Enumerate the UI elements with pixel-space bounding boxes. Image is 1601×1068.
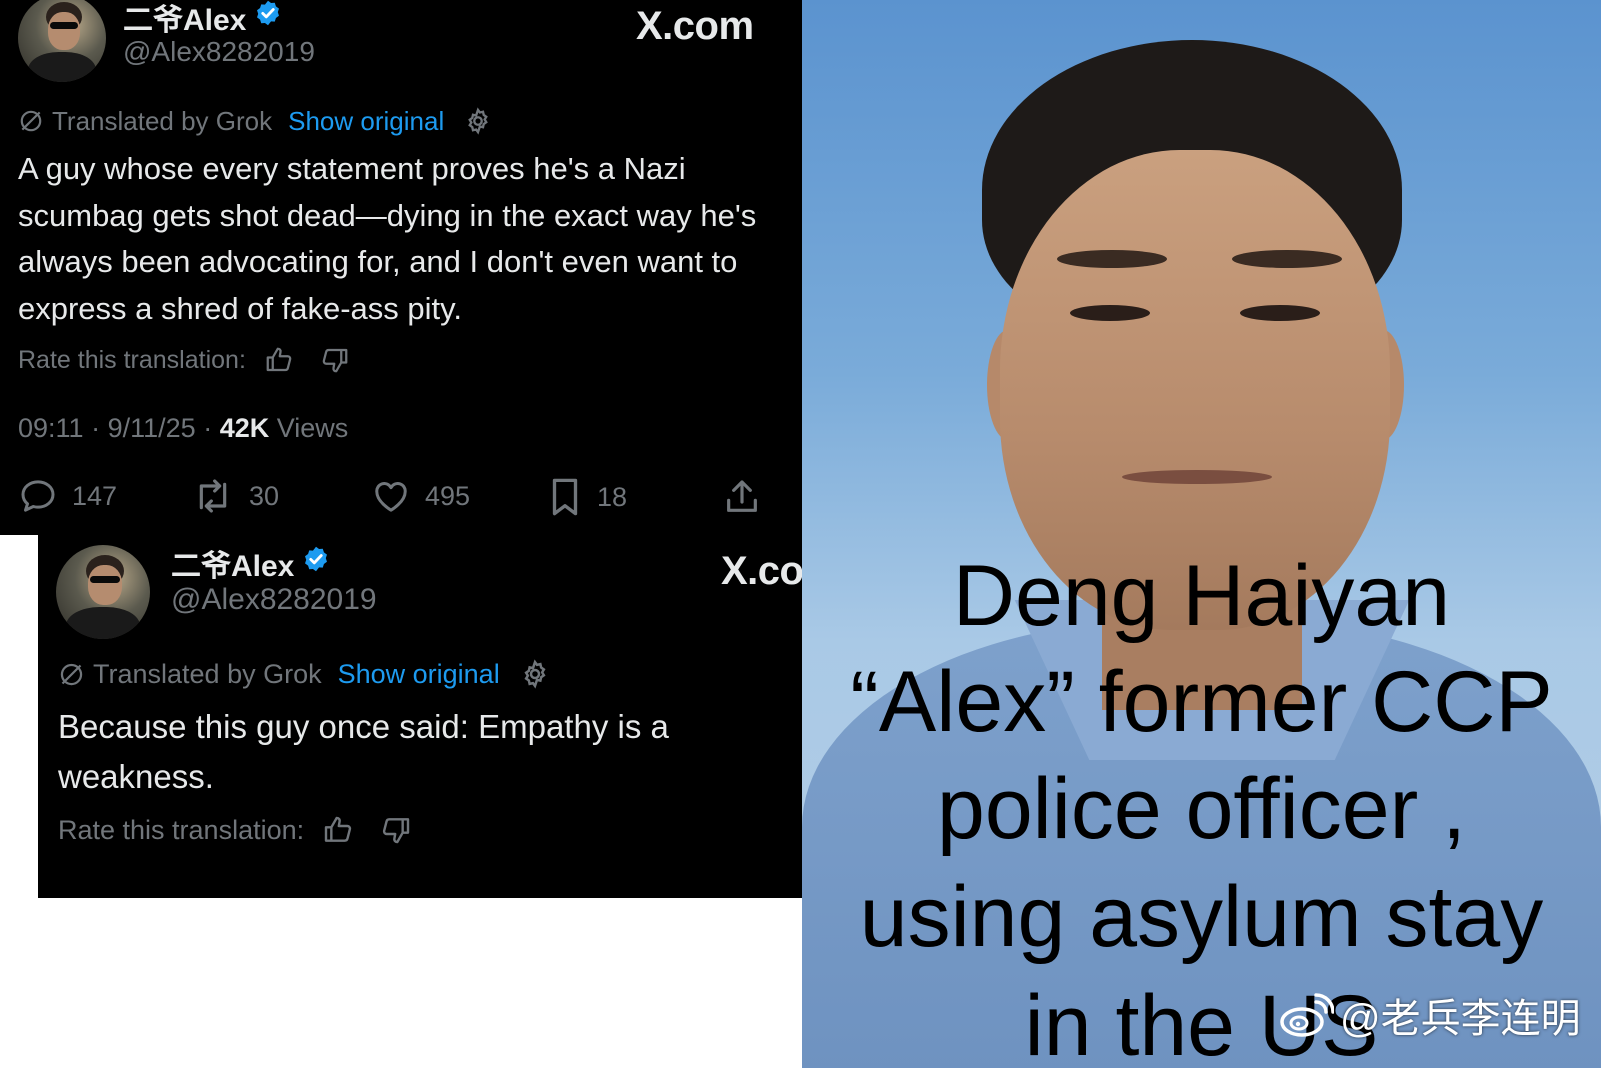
reply-count: 147 — [72, 480, 118, 511]
brow-shape — [1057, 250, 1167, 268]
site-logo: X.com — [636, 4, 754, 48]
display-name[interactable]: 二爷Alex — [123, 0, 282, 37]
show-original-link[interactable]: Show original — [338, 659, 500, 690]
verified-badge-icon — [254, 0, 282, 35]
tweet-card-1: 二爷Alex @Alex8282019 X.com Translated by … — [0, 0, 802, 535]
thumbs-up-icon[interactable] — [322, 814, 354, 846]
tweet-card-2: 二爷Alex @Alex8282019 X.co Translated by G… — [38, 535, 802, 898]
like-button[interactable]: 495 — [371, 476, 470, 516]
grok-icon — [18, 108, 44, 134]
rate-translation-label: Rate this translation: — [58, 814, 305, 845]
like-count: 495 — [425, 480, 471, 511]
reply-button[interactable]: 147 — [18, 476, 117, 516]
meta-dot: · — [203, 413, 220, 443]
thumbs-down-icon[interactable] — [380, 814, 412, 846]
overlay-caption-line: “Alex” former CCP — [850, 654, 1553, 750]
site-logo: X.co — [721, 549, 802, 593]
rate-translation-row: Rate this translation: — [18, 343, 350, 377]
grok-icon — [58, 661, 85, 688]
weibo-watermark: @老兵李连明 — [1278, 986, 1581, 1044]
display-name[interactable]: 二爷Alex — [171, 544, 330, 583]
translation-bar: Translated by Grok Show original — [58, 656, 550, 692]
bookmark-icon — [552, 478, 578, 516]
thumbs-down-icon[interactable] — [320, 345, 350, 375]
tweet-time[interactable]: 09:11 — [18, 413, 84, 443]
overlay-caption-line: using asylum stay — [859, 869, 1544, 965]
mouth-shape — [1122, 470, 1272, 484]
meta-dot: · — [91, 413, 108, 443]
bookmark-count: 18 — [597, 481, 628, 512]
rate-translation-row: Rate this translation: — [58, 812, 412, 848]
overlay-caption-line: Deng Haiyan — [952, 548, 1451, 644]
eye-shape — [1070, 305, 1150, 321]
avatar[interactable] — [18, 0, 106, 82]
show-original-link[interactable]: Show original — [288, 106, 444, 137]
portrait-photo: Deng Haiyan “Alex” former CCP police off… — [802, 0, 1601, 1068]
share-icon — [727, 480, 757, 512]
watermark-text: @老兵李连明 — [1340, 997, 1581, 1041]
display-name-text: 二爷Alex — [123, 4, 247, 37]
repost-button[interactable]: 30 — [191, 476, 279, 516]
overlay-caption-line: police officer , — [936, 761, 1467, 857]
verified-badge-icon — [302, 545, 330, 581]
gear-icon[interactable] — [520, 659, 550, 689]
weibo-icon — [1280, 993, 1334, 1037]
tweet-text: A guy whose every statement proves he's … — [18, 151, 757, 326]
tweet-text: Because this guy once said: Empathy is a… — [58, 708, 669, 795]
share-button[interactable] — [722, 476, 776, 518]
repost-count: 30 — [249, 480, 280, 511]
brow-shape — [1232, 250, 1342, 268]
translation-bar: Translated by Grok Show original — [18, 104, 492, 138]
gear-icon[interactable] — [464, 107, 492, 135]
eye-shape — [1240, 305, 1320, 321]
thumbs-up-icon[interactable] — [264, 345, 294, 375]
bookmark-button[interactable]: 18 — [547, 476, 627, 518]
views-label: Views — [276, 413, 349, 443]
handle[interactable]: @Alex8282019 — [123, 36, 315, 68]
rate-translation-label: Rate this translation: — [18, 345, 246, 374]
avatar[interactable] — [56, 545, 150, 639]
like-icon — [375, 482, 407, 512]
reply-icon — [21, 480, 55, 512]
tweet-date[interactable]: 9/11/25 — [108, 413, 196, 443]
translated-by-label: Translated by Grok — [52, 105, 273, 136]
display-name-text: 二爷Alex — [171, 550, 295, 583]
translated-by-label: Translated by Grok — [93, 658, 322, 689]
views-count: 42K — [219, 413, 270, 443]
handle[interactable]: @Alex8282019 — [171, 583, 377, 617]
tweet-meta: 09:11 · 9/11/25 · 42K Views — [18, 413, 348, 444]
repost-icon — [199, 479, 227, 513]
